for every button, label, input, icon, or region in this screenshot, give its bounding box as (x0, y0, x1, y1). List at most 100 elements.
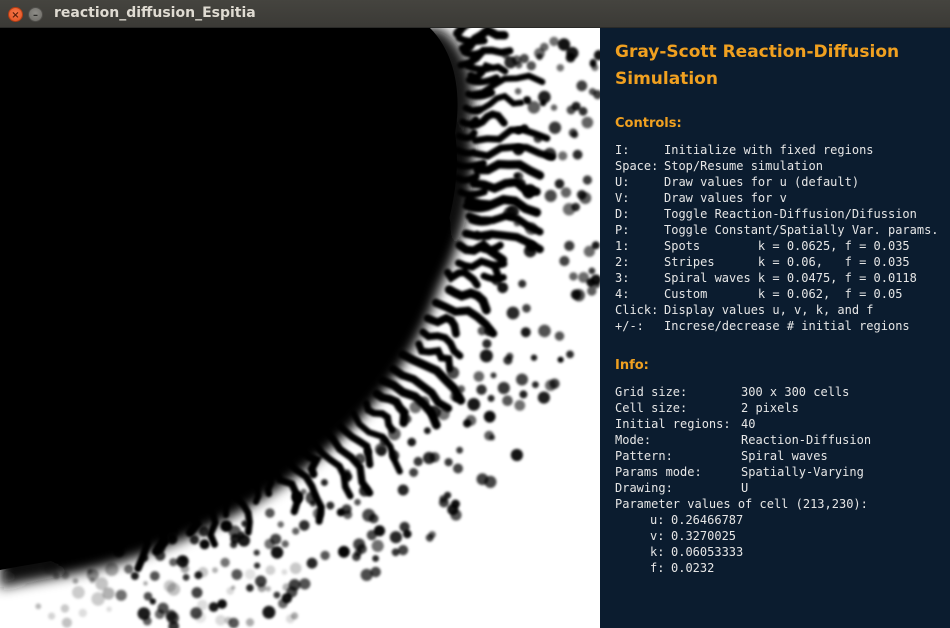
pattern-spot (312, 507, 325, 520)
simulation-render[interactable] (0, 28, 600, 628)
pattern-spot (487, 394, 495, 402)
pattern-spot (198, 526, 210, 537)
pattern-spot (516, 373, 528, 386)
pattern-spot (437, 408, 450, 421)
title-bar[interactable]: × – reaction_diffusion_Espitia (0, 0, 950, 28)
pattern-spot (484, 430, 494, 441)
info-value: Spatially-Varying (741, 465, 864, 479)
pattern-spot (354, 453, 366, 465)
pattern-spot (483, 410, 496, 423)
pattern-spot (457, 385, 466, 393)
info-key: Pattern: (615, 449, 673, 463)
pattern-stripe (457, 188, 488, 198)
pattern-spot (35, 603, 42, 610)
control-row: I: Initialize with fixed regions (615, 142, 939, 158)
pattern-spot (270, 546, 284, 559)
pattern-spot (518, 279, 527, 288)
info-row: Cell size: 2 pixels (615, 400, 871, 416)
pattern-spot (467, 398, 481, 411)
pattern-spot (61, 571, 70, 580)
pattern-spot (191, 587, 203, 599)
pattern-spot (246, 584, 254, 592)
pattern-stripe (462, 104, 484, 115)
pattern-spot (482, 339, 492, 349)
pattern-stripe (473, 230, 495, 241)
pattern-spot (374, 443, 388, 456)
pattern-spot (586, 278, 595, 287)
info-key: Initial regions: (615, 417, 731, 431)
cell-param-row: v: 0.3270025 (615, 528, 871, 544)
pattern-spot (503, 355, 513, 365)
pattern-spot (158, 537, 169, 548)
control-key: 1: (615, 239, 630, 253)
pattern-spot (578, 106, 588, 116)
pattern-spot (548, 121, 562, 134)
control-key: U: (615, 175, 630, 189)
control-key: P: (615, 223, 630, 237)
pattern-spot (517, 179, 526, 188)
pattern-spot (362, 508, 376, 522)
cell-param-value: 0.06053333 (671, 545, 744, 559)
pattern-spot (424, 427, 431, 435)
pattern-spot (550, 104, 558, 111)
pattern-spot (265, 565, 276, 576)
pattern-spot (564, 240, 575, 251)
pattern-spot (124, 564, 134, 574)
cell-param-value: 0.3270025 (671, 529, 737, 543)
pattern-spot (102, 587, 115, 600)
cell-params-label: Parameter values of cell (213,230): (615, 497, 868, 511)
pattern-spot (342, 471, 353, 482)
pattern-spot (571, 131, 579, 139)
minimize-window-button[interactable]: – (28, 7, 43, 22)
pattern-spot (86, 568, 99, 581)
pattern-spot (566, 350, 574, 359)
pattern-spot (167, 582, 181, 596)
control-key: Click: (615, 303, 659, 317)
pattern-spot (543, 147, 557, 161)
info-heading: Info: (615, 358, 649, 373)
pattern-spot (244, 569, 256, 580)
info-value: Spiral waves (741, 449, 828, 463)
pattern-spot (588, 267, 596, 275)
pattern-spot (220, 520, 233, 532)
pattern-spot (557, 356, 564, 363)
controls-heading: Controls: (615, 116, 682, 131)
pattern-spot (115, 589, 127, 601)
pattern-spot (241, 520, 249, 528)
pattern-spot (106, 606, 112, 612)
pattern-spot (52, 572, 60, 580)
control-key: 3: (615, 271, 630, 285)
pattern-spot (197, 599, 208, 611)
pattern-spot (60, 604, 70, 613)
pattern-spot (409, 468, 419, 477)
pattern-spot (78, 608, 88, 618)
pattern-spot (371, 539, 384, 552)
pattern-spot (130, 572, 139, 580)
simulation-canvas[interactable] (0, 28, 600, 628)
info-value: 40 (741, 417, 756, 431)
control-row: D: Toggle Reaction-Diffusion/Difussion (615, 206, 939, 222)
pattern-spot (525, 240, 537, 252)
control-description: Stripes k = 0.06, f = 0.035 (664, 255, 910, 269)
pattern-stripe (453, 172, 480, 184)
pattern-spot (560, 187, 572, 198)
pattern-spot (576, 80, 588, 92)
pattern-spot (449, 392, 460, 402)
control-row: 2: Stripes k = 0.06, f = 0.035 (615, 254, 939, 270)
pattern-spot (572, 149, 583, 160)
pattern-spot (544, 189, 557, 202)
pattern-spot (497, 381, 510, 395)
cell-param-row: u: 0.26466787 (615, 512, 871, 528)
info-row: Drawing: U (615, 480, 871, 496)
pattern-spot (169, 558, 178, 567)
pattern-stripe (464, 89, 496, 100)
close-window-button[interactable]: × (8, 7, 23, 22)
control-description: Spiral waves k = 0.0475, f = 0.0118 (664, 271, 917, 285)
control-key: V: (615, 191, 630, 205)
control-key: Space: (615, 159, 659, 173)
control-key: 2: (615, 255, 630, 269)
pattern-spot (490, 372, 497, 379)
pattern-spot (253, 549, 260, 556)
control-description: Draw values for v (664, 191, 787, 205)
pattern-spot (477, 326, 487, 336)
